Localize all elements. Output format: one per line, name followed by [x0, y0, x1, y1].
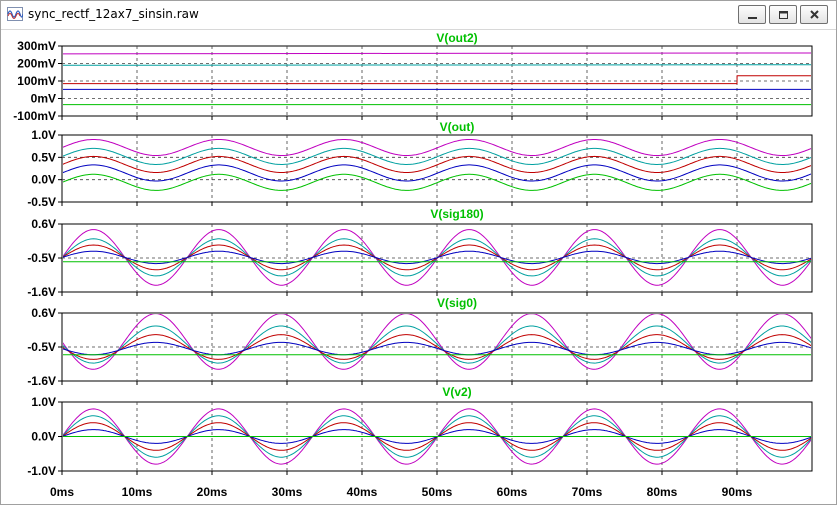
y-tick-label: 0.5V [31, 150, 56, 164]
y-tick-label: -100mV [13, 109, 56, 123]
y-tick-label: -0.5V [27, 195, 56, 209]
y-tick-label: 0.0V [31, 430, 56, 444]
y-tick-label: 0.6V [31, 306, 56, 320]
pane-title: V(sig180) [430, 207, 483, 221]
x-tick-label: 50ms [422, 485, 453, 499]
x-tick-label: 60ms [497, 485, 528, 499]
y-tick-label: 0.0V [31, 173, 56, 187]
maximize-icon [779, 11, 788, 19]
minimize-button[interactable] [738, 5, 766, 24]
y-tick-label: -0.5V [27, 251, 56, 265]
pane-title: V(sig0) [437, 296, 477, 310]
waveform-app-icon [7, 7, 23, 21]
minimize-icon [748, 17, 757, 19]
close-button[interactable] [800, 5, 828, 24]
maximize-button[interactable] [769, 5, 797, 24]
y-tick-label: -1.6V [27, 374, 56, 388]
y-tick-label: 0mV [31, 92, 56, 106]
y-tick-label: 300mV [17, 39, 56, 53]
y-tick-label: 100mV [17, 74, 56, 88]
app-window: sync_rectf_12ax7_sinsin.raw 300mV 200mV 10… [0, 0, 837, 505]
x-tick-label: 40ms [347, 485, 378, 499]
y-tick-label: 200mV [17, 57, 56, 71]
x-tick-label: 90ms [722, 485, 753, 499]
window-title: sync_rectf_12ax7_sinsin.raw [28, 7, 199, 21]
y-tick-label: 1.0V [31, 128, 56, 142]
x-tick-label: 0ms [50, 485, 74, 499]
x-tick-label: 20ms [197, 485, 228, 499]
y-tick-label: -1.6V [27, 285, 56, 299]
x-tick-label: 10ms [122, 485, 153, 499]
pane-title: V(out2) [436, 31, 477, 45]
y-tick-label: 0.6V [31, 217, 56, 231]
y-tick-label: -0.5V [27, 340, 56, 354]
close-icon [810, 10, 819, 19]
x-tick-label: 30ms [272, 485, 303, 499]
y-tick-label: -1.0V [27, 464, 56, 478]
x-tick-label: 70ms [572, 485, 603, 499]
y-tick-label: 1.0V [31, 395, 56, 409]
waveform-plots[interactable]: 300mV 200mV 100mV 0mV -100mV V(out2) 1.0V 0.5V 0… [1, 30, 836, 504]
pane-title: V(v2) [442, 385, 471, 399]
title-bar[interactable]: sync_rectf_12ax7_sinsin.raw [1, 1, 836, 30]
pane-title: V(out) [440, 120, 475, 134]
trace-line [63, 64, 811, 66]
x-tick-label: 80ms [647, 485, 678, 499]
